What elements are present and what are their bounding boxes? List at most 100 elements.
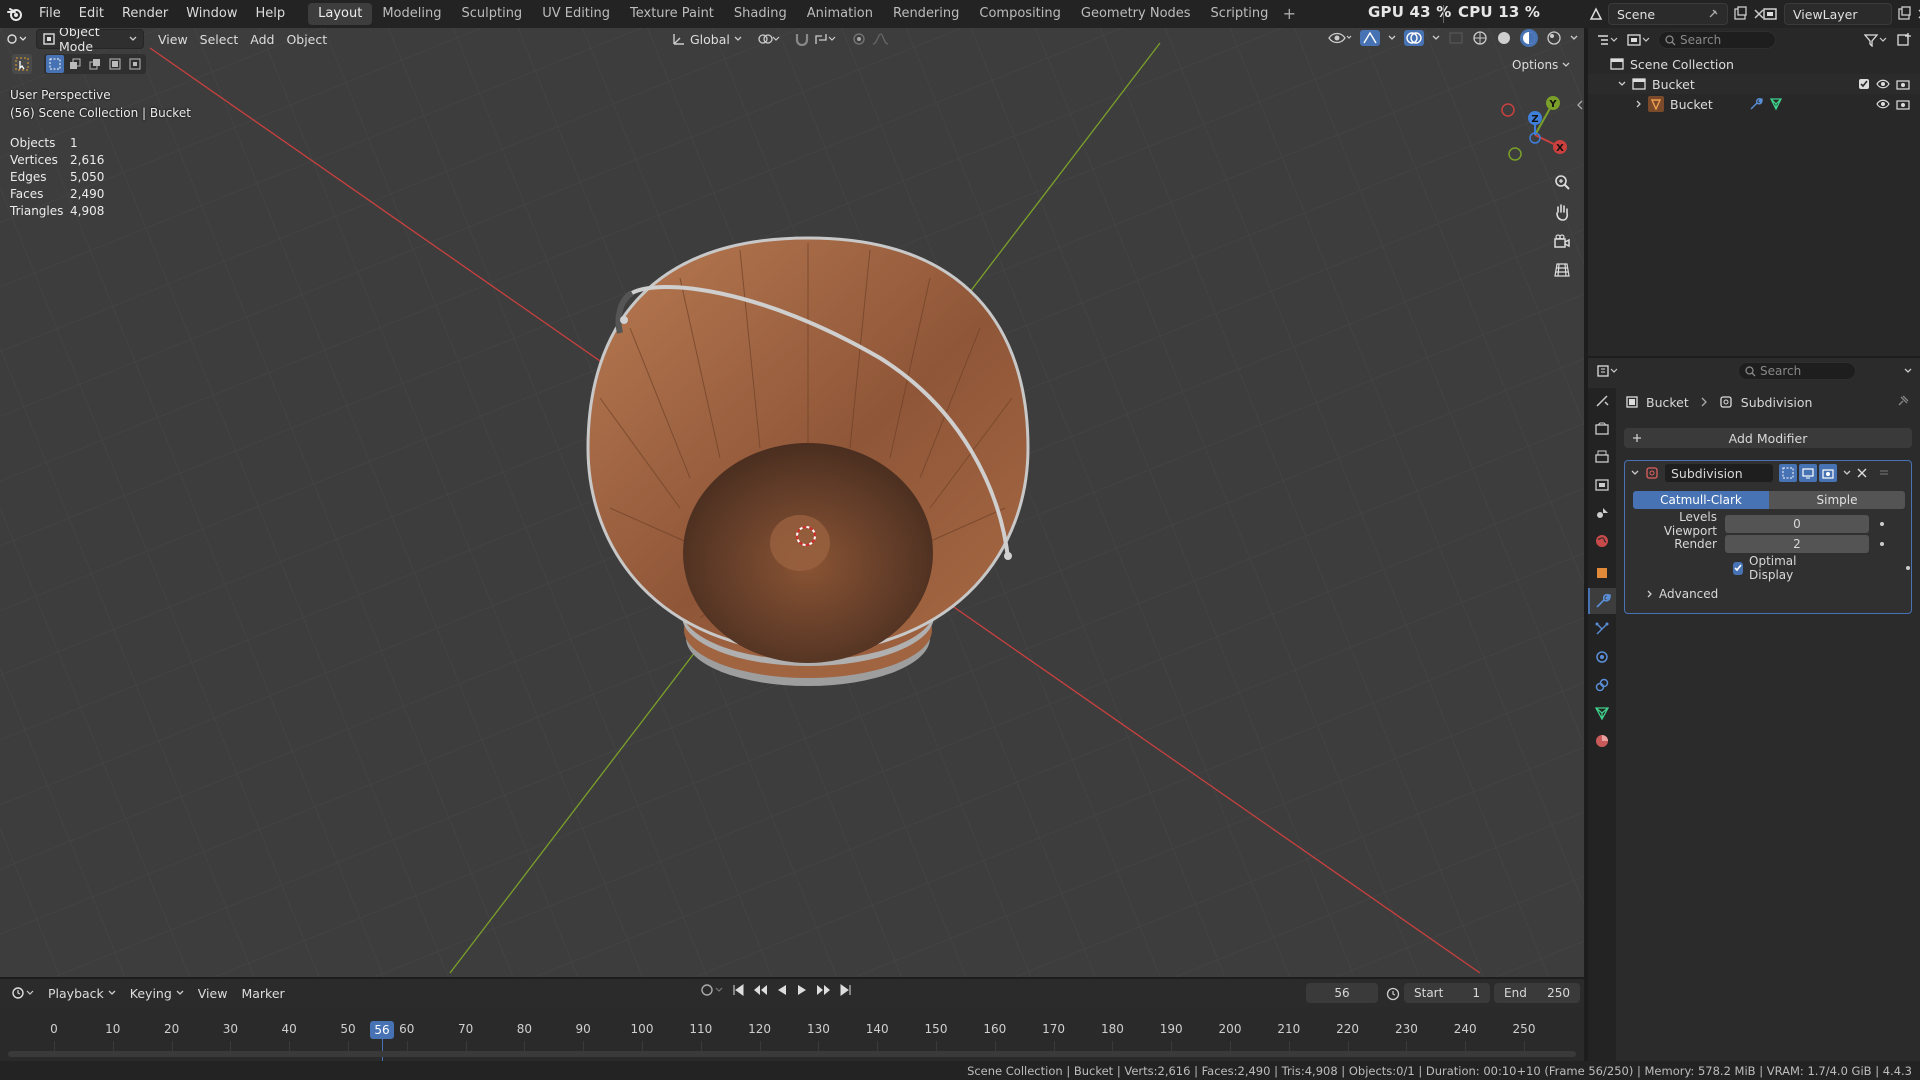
overlay-dropdown-icon[interactable] [1432,35,1440,41]
collapse-chevron-icon[interactable] [1631,470,1639,476]
menu-help[interactable]: Help [247,0,295,28]
3d-viewport[interactable]: Object Mode View Select Add Object Globa… [0,28,1584,977]
keyframe-dot-icon[interactable] [1879,521,1885,527]
timeline-track-area[interactable]: 0 10 20 30 40 50 60 70 80 90 100 110 120 130 140 150 160… [0,1007,1584,1061]
options-dropdown[interactable]: Options [1512,55,1570,75]
sidebar-toggle-icon[interactable] [1576,100,1584,110]
add-workspace-button[interactable]: + [1278,3,1300,25]
drag-handle-icon[interactable] [1879,469,1889,477]
timeline-scrollbar[interactable] [8,1051,1576,1057]
expand-chevron-icon[interactable] [1618,81,1626,87]
tab-view-layer-icon[interactable] [1588,472,1616,498]
tab-particles-icon[interactable] [1588,616,1616,642]
optimal-display-checkbox[interactable] [1733,561,1743,575]
rendered-shading-icon[interactable] [1546,30,1562,46]
algo-catmull-clark-button[interactable]: Catmull-Clark [1633,491,1769,509]
properties-search-input[interactable]: Search [1738,362,1856,380]
start-frame-field[interactable]: Start 1 [1404,983,1490,1003]
scene-icon[interactable] [1588,6,1604,22]
viewlayer-icon[interactable] [1762,7,1780,21]
outliner-search-input[interactable]: Search [1658,31,1776,49]
tab-compositing[interactable]: Compositing [969,3,1071,25]
marker-menu[interactable]: Marker [235,983,290,1003]
solid-shading-icon[interactable] [1496,30,1512,46]
keyframe-dot-icon[interactable] [1879,541,1885,547]
algo-simple-button[interactable]: Simple [1769,491,1905,509]
visibility-toggle-icon[interactable] [1328,31,1352,45]
tab-physics-icon[interactable] [1588,644,1616,670]
display-mode-icon[interactable] [1626,33,1650,47]
viewport-menu-object[interactable]: Object [280,29,333,49]
play-icon[interactable] [796,984,808,996]
tab-shading[interactable]: Shading [724,3,797,25]
select-tool-icon[interactable] [12,54,32,74]
tab-scene-icon[interactable] [1588,500,1616,526]
select-subtract-icon[interactable] [86,55,104,73]
tab-rendering[interactable]: Rendering [883,3,969,25]
zoom-icon[interactable] [1550,170,1574,194]
exclude-checkbox-icon[interactable] [1858,78,1870,90]
tab-data-icon[interactable] [1588,700,1616,726]
select-intersect-icon[interactable] [126,55,144,73]
viewport-menu-add[interactable]: Add [244,29,280,49]
jump-to-keyframe-forward-icon[interactable] [816,984,832,996]
tab-scripting[interactable]: Scripting [1201,3,1279,25]
viewport-menu-select[interactable]: Select [194,29,245,49]
delete-viewlayer-icon[interactable] [1916,7,1920,21]
outliner-editor-icon[interactable] [1596,33,1618,47]
outliner-object-bucket[interactable]: Bucket [1588,94,1920,114]
jump-to-end-icon[interactable] [840,984,852,996]
timeline-editor-icon[interactable] [6,986,40,1000]
wireframe-shading-icon[interactable] [1472,30,1488,46]
playhead-frame-indicator[interactable]: 56 [370,1021,394,1039]
auto-keying-icon[interactable] [700,983,724,997]
new-scene-icon[interactable] [1732,6,1748,22]
current-frame-field[interactable]: 56 [1306,983,1378,1003]
tab-modifiers-icon[interactable] [1588,588,1616,614]
end-frame-field[interactable]: End 250 [1494,983,1580,1003]
camera-view-icon[interactable] [1550,230,1574,254]
properties-editor-icon[interactable] [1596,364,1620,378]
snap-toggle[interactable] [788,29,842,49]
pivot-dropdown[interactable] [752,29,786,49]
shading-dropdown-icon[interactable] [1570,35,1578,41]
play-reverse-icon[interactable] [776,984,788,996]
tab-tool-icon[interactable] [1588,388,1616,414]
scene-name-field[interactable]: Scene [1608,3,1728,25]
jump-to-keyframe-back-icon[interactable] [752,984,768,996]
playback-menu[interactable]: Playback [42,983,122,1003]
filter-icon[interactable] [1864,33,1888,47]
tab-animation[interactable]: Animation [797,3,883,25]
edit-mode-toggle-icon[interactable] [1779,464,1797,482]
keying-menu[interactable]: Keying [124,983,190,1003]
keyframe-dot-icon[interactable] [1905,565,1911,571]
new-collection-icon[interactable] [1896,32,1912,48]
proportional-edit-toggle[interactable] [846,29,900,49]
camera-icon[interactable] [1896,78,1910,90]
grid-perspective-icon[interactable] [1550,258,1574,282]
jump-to-start-icon[interactable] [732,984,744,996]
overlay-toggle-icon[interactable] [1404,30,1424,46]
viewlayer-name-field[interactable]: ViewLayer [1784,3,1892,25]
tab-modeling[interactable]: Modeling [372,3,451,25]
blender-logo-icon[interactable] [0,0,30,28]
menu-window[interactable]: Window [177,0,246,28]
tab-constraints-icon[interactable] [1588,672,1616,698]
tab-geometry-nodes[interactable]: Geometry Nodes [1071,3,1201,25]
gizmo-neg-x[interactable] [1501,103,1515,117]
gizmo-toggle-icon[interactable] [1360,30,1380,46]
gizmo-neg-y[interactable] [1508,147,1522,161]
tab-output-icon[interactable] [1588,444,1616,470]
select-extend-icon[interactable] [66,55,84,73]
gizmo-dropdown-icon[interactable] [1388,35,1396,41]
levels-viewport-field[interactable]: 0 [1725,515,1869,533]
material-preview-icon[interactable] [1520,29,1538,47]
mesh-data-icon[interactable] [1769,97,1783,111]
tab-sculpting[interactable]: Sculpting [451,3,532,25]
tab-layout[interactable]: Layout [308,3,373,25]
modifier-name-field[interactable]: Subdivision [1665,464,1773,482]
xray-toggle-icon[interactable] [1448,31,1464,45]
outliner-scene-collection[interactable]: Scene Collection [1588,54,1920,74]
menu-edit[interactable]: Edit [70,0,113,28]
new-viewlayer-icon[interactable] [1896,6,1912,22]
